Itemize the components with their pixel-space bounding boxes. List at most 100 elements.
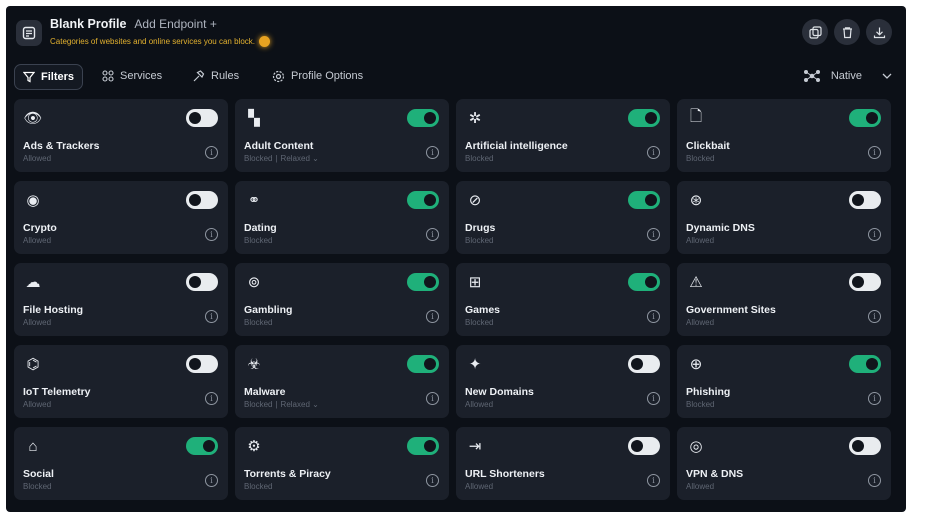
- category-toggle[interactable]: [407, 109, 439, 127]
- category-label: Gambling: [244, 304, 293, 316]
- category-card[interactable]: ☁ File Hosting Allowed i: [14, 263, 228, 336]
- category-toggle[interactable]: [186, 355, 218, 373]
- info-icon[interactable]: i: [205, 310, 218, 323]
- info-icon[interactable]: i: [868, 146, 881, 159]
- info-icon[interactable]: i: [205, 392, 218, 405]
- category-card[interactable]: ▚ Adult Content Blocked | Relaxed ⌄ i: [235, 99, 449, 172]
- category-toggle[interactable]: [628, 437, 660, 455]
- info-icon[interactable]: i: [426, 146, 439, 159]
- info-icon[interactable]: i: [647, 146, 660, 159]
- category-card[interactable]: ✲ Artificial intelligence Blocked i: [456, 99, 670, 172]
- category-toggle[interactable]: [628, 109, 660, 127]
- category-toggle[interactable]: [849, 191, 881, 209]
- category-status: Allowed: [23, 154, 52, 163]
- toggle-knob: [866, 358, 878, 370]
- category-card[interactable]: ⌬ IoT Telemetry Allowed i: [14, 345, 228, 418]
- category-toggle[interactable]: [628, 273, 660, 291]
- info-icon[interactable]: i: [205, 228, 218, 241]
- info-icon[interactable]: i: [426, 310, 439, 323]
- category-card[interactable]: ⌂ Social Blocked i: [14, 427, 228, 500]
- info-icon[interactable]: i: [647, 228, 660, 241]
- native-selector[interactable]: Native: [803, 64, 894, 88]
- category-card[interactable]: ⚭ Dating Blocked i: [235, 181, 449, 254]
- category-card[interactable]: ✦ New Domains Allowed i: [456, 345, 670, 418]
- category-label: Crypto: [23, 222, 57, 234]
- info-icon[interactable]: i: [647, 474, 660, 487]
- category-toggle[interactable]: [849, 109, 881, 127]
- toolbar: Filters Services Rules Profile Options N…: [6, 62, 906, 92]
- category-card[interactable]: ⊚ Gambling Blocked i: [235, 263, 449, 336]
- tab-filters[interactable]: Filters: [14, 64, 84, 90]
- category-card[interactable]: ⊕ Phishing Blocked i: [677, 345, 891, 418]
- profile-icon[interactable]: [16, 20, 42, 46]
- category-label: Torrents & Piracy: [244, 468, 331, 480]
- info-icon[interactable]: i: [647, 392, 660, 405]
- category-card[interactable]: ⚙ Torrents & Piracy Blocked i: [235, 427, 449, 500]
- category-toggle[interactable]: [186, 191, 218, 209]
- add-endpoint-button[interactable]: Add Endpoint +: [134, 17, 216, 31]
- chevron-down-icon[interactable]: ⌄: [312, 154, 319, 163]
- tab-services-label: Services: [120, 70, 163, 82]
- category-toggle[interactable]: [849, 273, 881, 291]
- category-card[interactable]: ☣ Malware Blocked | Relaxed ⌄ i: [235, 345, 449, 418]
- category-card[interactable]: ⚠ Government Sites Allowed i: [677, 263, 891, 336]
- category-grid: 👁 Ads & Trackers Allowed i ▚ Adult Conte…: [14, 99, 896, 505]
- category-label: Government Sites: [686, 304, 776, 316]
- category-card[interactable]: ⊘ Drugs Blocked i: [456, 181, 670, 254]
- info-icon[interactable]: i: [868, 310, 881, 323]
- info-icon[interactable]: i: [647, 310, 660, 323]
- category-card[interactable]: 🗋 Clickbait Blocked i: [677, 99, 891, 172]
- category-label: VPN & DNS: [686, 468, 744, 480]
- category-toggle[interactable]: [849, 437, 881, 455]
- megaphone-icon: ⌂: [28, 437, 38, 455]
- category-toggle[interactable]: [407, 355, 439, 373]
- category-toggle[interactable]: [407, 273, 439, 291]
- category-label: Dating: [244, 222, 277, 234]
- tab-rules[interactable]: Rules: [192, 64, 239, 88]
- category-toggle[interactable]: [186, 109, 218, 127]
- duplicate-button[interactable]: [802, 19, 828, 45]
- category-card[interactable]: ⇥ URL Shorteners Allowed i: [456, 427, 670, 500]
- tab-profile-options[interactable]: Profile Options: [272, 64, 363, 88]
- info-icon[interactable]: i: [205, 146, 218, 159]
- status-separator: |: [275, 400, 278, 409]
- category-mode[interactable]: Relaxed: [281, 400, 310, 409]
- category-card[interactable]: 👁 Ads & Trackers Allowed i: [14, 99, 228, 172]
- tab-rules-label: Rules: [211, 70, 240, 82]
- category-toggle[interactable]: [628, 355, 660, 373]
- info-icon[interactable]: i: [426, 474, 439, 487]
- eye-icon: 👁: [23, 110, 43, 127]
- category-status-row: Blocked | Relaxed ⌄: [244, 400, 319, 409]
- category-card[interactable]: ⊛ Dynamic DNS Allowed i: [677, 181, 891, 254]
- info-icon[interactable]: i: [205, 474, 218, 487]
- category-toggle[interactable]: [407, 191, 439, 209]
- profile-name[interactable]: Blank Profile: [50, 17, 126, 31]
- toggle-knob: [852, 194, 864, 206]
- info-icon[interactable]: i: [868, 474, 881, 487]
- redirect-icon: ⇥: [468, 438, 482, 455]
- info-icon[interactable]: i: [868, 228, 881, 241]
- category-toggle[interactable]: [186, 273, 218, 291]
- chevron-down-icon[interactable]: ⌄: [312, 400, 319, 409]
- category-toggle[interactable]: [849, 355, 881, 373]
- category-status: Blocked: [465, 318, 494, 327]
- category-status-row: Blocked: [244, 236, 272, 245]
- category-toggle[interactable]: [186, 437, 218, 455]
- category-card[interactable]: ◉ Crypto Allowed i: [14, 181, 228, 254]
- category-toggle[interactable]: [407, 437, 439, 455]
- category-card[interactable]: ◎ VPN & DNS Allowed i: [677, 427, 891, 500]
- category-status-row: Allowed: [686, 236, 714, 245]
- category-card[interactable]: ⊞ Games Blocked i: [456, 263, 670, 336]
- category-status: Blocked: [686, 400, 715, 409]
- delete-button[interactable]: [834, 19, 860, 45]
- tab-services[interactable]: Services: [102, 64, 162, 88]
- info-icon[interactable]: i: [426, 392, 439, 405]
- toggle-knob: [189, 276, 201, 288]
- toggle-knob: [424, 440, 436, 452]
- category-mode[interactable]: Relaxed: [281, 154, 310, 163]
- info-icon[interactable]: i: [868, 392, 881, 405]
- toggle-knob: [645, 112, 657, 124]
- download-button[interactable]: [866, 19, 892, 45]
- category-toggle[interactable]: [628, 191, 660, 209]
- info-icon[interactable]: i: [426, 228, 439, 241]
